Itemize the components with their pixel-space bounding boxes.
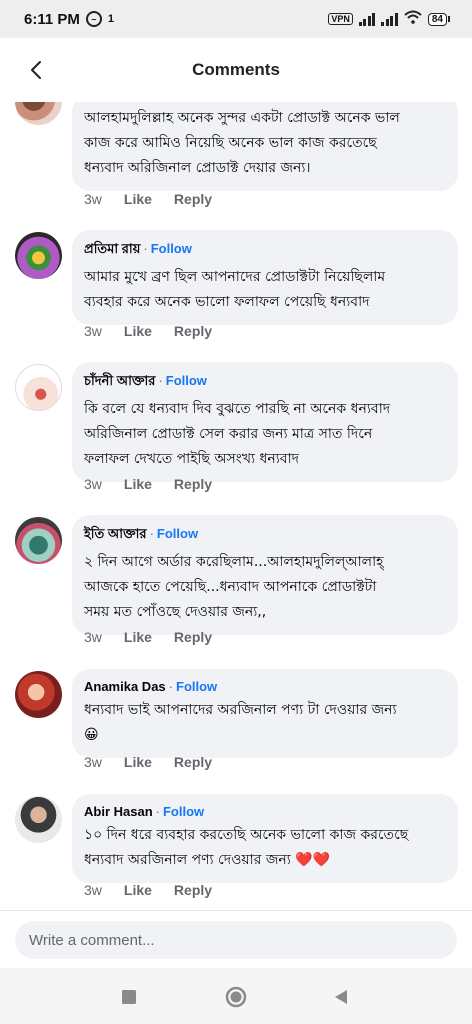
comment-time: 3w xyxy=(84,754,102,770)
status-right: VPN 84 xyxy=(328,10,450,28)
comment-bubble: আলহামদুলিল্লাহ অনেক সুন্দর একটা প্রোডাক্… xyxy=(72,102,458,191)
follow-button[interactable]: Follow xyxy=(151,241,192,256)
comments-list: আলহামদুলিল্লাহ অনেক সুন্দর একটা প্রোডাক্… xyxy=(0,102,472,910)
status-time: 6:11 PM xyxy=(24,10,80,28)
like-button[interactable]: Like xyxy=(124,882,152,898)
reply-button[interactable]: Reply xyxy=(174,882,212,898)
status-extra: 1 xyxy=(107,13,114,25)
comment-actions: 3w Like Reply xyxy=(84,629,212,645)
comment-bubble: Anamika Das · Follow ধন্যবাদ ভাই আপনাদের অ… xyxy=(72,669,458,758)
comment-author-line: চাঁদনী আক্তার · Follow xyxy=(84,373,207,388)
comment-text: কি বলে যে ধন্যবাদ দিব বুঝতে পারছি না অনে… xyxy=(84,401,391,467)
comment-bubble: ইতি আক্তার · Follow ২ দিন আগে অর্ডার করেছি… xyxy=(72,515,458,635)
reply-button[interactable]: Reply xyxy=(174,476,212,492)
avatar[interactable] xyxy=(15,796,62,843)
write-comment-input[interactable] xyxy=(15,921,457,959)
avatar[interactable] xyxy=(15,102,62,125)
reply-button[interactable]: Reply xyxy=(174,323,212,339)
battery-icon: 84 xyxy=(427,12,450,26)
wifi-icon xyxy=(404,10,422,28)
comment-time: 3w xyxy=(84,191,102,207)
avatar[interactable] xyxy=(15,671,62,718)
comment-actions: 3w Like Reply xyxy=(84,323,212,339)
back-nav-button[interactable] xyxy=(330,986,352,1008)
do-not-disturb-icon: – xyxy=(85,11,102,27)
like-button[interactable]: Like xyxy=(124,191,152,207)
system-nav-bar xyxy=(0,968,472,1024)
follow-button[interactable]: Follow xyxy=(176,679,217,694)
comment-author-line: Anamika Das · Follow xyxy=(84,679,218,694)
comment-bubble: প্রতিমা রায় · Follow আমার মুখে ব্রণ ছিল আ… xyxy=(72,230,458,325)
status-left: 6:11 PM – 1 xyxy=(24,11,114,28)
comment-time: 3w xyxy=(84,629,102,645)
reply-button[interactable]: Reply xyxy=(174,754,212,770)
comment-text: ধন্যবাদ ভাই আপনাদের অরজিনাল পণ্য টা দেওয… xyxy=(84,702,397,743)
comment-bubble: চাঁদনী আক্তার · Follow কি বলে যে ধন্যবাদ দ… xyxy=(72,362,458,482)
page-title: Comments xyxy=(192,60,280,79)
comment-actions: 3w Like Reply xyxy=(84,882,212,898)
square-icon xyxy=(122,990,136,1004)
battery-level: 84 xyxy=(427,12,447,26)
triangle-back-icon xyxy=(335,990,347,1004)
status-bar: 6:11 PM – 1 VPN 84 xyxy=(0,0,472,38)
comment-author[interactable]: Abir Hasan xyxy=(84,804,153,819)
comment-author[interactable]: চাঁদনী আক্তার xyxy=(84,373,155,388)
like-button[interactable]: Like xyxy=(124,476,152,492)
comment-text: আমার মুখে ব্রণ ছিল আপনাদের প্রোডাক্টটা ন… xyxy=(84,269,386,310)
header: Comments xyxy=(0,38,472,102)
comment-text: আলহামদুলিল্লাহ অনেক সুন্দর একটা প্রোডাক্… xyxy=(84,110,400,176)
comment-text: ২ দিন আগে অর্ডার করেছিলাম...আলহামদুলিল্আ… xyxy=(84,554,384,620)
comment-time: 3w xyxy=(84,476,102,492)
avatar[interactable] xyxy=(15,364,62,411)
chevron-left-icon xyxy=(31,61,41,79)
like-button[interactable]: Like xyxy=(124,629,152,645)
comment-text: ১০ দিন ধরে ব্যবহার করতেছি অনেক ভালো কাজ … xyxy=(84,827,409,868)
comment-time: 3w xyxy=(84,323,102,339)
signal-icon-2 xyxy=(381,12,398,26)
vpn-badge: VPN xyxy=(328,13,353,25)
comment-composer xyxy=(0,910,472,968)
signal-icon xyxy=(358,12,376,26)
like-button[interactable]: Like xyxy=(124,323,152,339)
comment-author[interactable]: প্রতিমা রায় xyxy=(84,241,140,256)
comment-author-line: Abir Hasan · Follow xyxy=(84,804,205,819)
comment-author[interactable]: Anamika Das xyxy=(84,679,166,694)
avatar[interactable] xyxy=(15,517,62,564)
avatar[interactable] xyxy=(15,232,62,279)
comment-author-line: প্রতিমা রায় · Follow xyxy=(84,241,192,256)
comment-actions: 3w Like Reply xyxy=(84,476,212,492)
home-button[interactable] xyxy=(225,986,247,1008)
circle-icon xyxy=(225,986,247,1008)
follow-button[interactable]: Follow xyxy=(166,373,207,388)
reply-button[interactable]: Reply xyxy=(174,629,212,645)
reply-button[interactable]: Reply xyxy=(174,191,212,207)
comment-author-line: ইতি আক্তার · Follow xyxy=(84,526,199,541)
comment-actions: 3w Like Reply xyxy=(84,191,212,207)
comment-time: 3w xyxy=(84,882,102,898)
follow-button[interactable]: Follow xyxy=(157,526,198,541)
recent-apps-button[interactable] xyxy=(118,986,140,1008)
comment-bubble: Abir Hasan · Follow ১০ দিন ধরে ব্যবহার করত… xyxy=(72,794,458,883)
like-button[interactable]: Like xyxy=(124,754,152,770)
comment-actions: 3w Like Reply xyxy=(84,754,212,770)
comment-author[interactable]: ইতি আক্তার xyxy=(84,526,147,541)
follow-button[interactable]: Follow xyxy=(163,804,204,819)
back-button[interactable] xyxy=(20,54,52,86)
